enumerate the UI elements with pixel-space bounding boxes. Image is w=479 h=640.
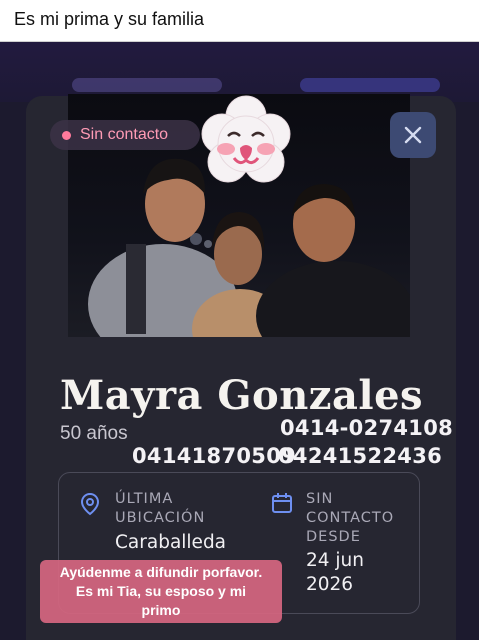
overlay-text-note: Ayúdenme a difundir porfavor. Es mi Tia,…	[40, 560, 282, 623]
no-contact-label: SIN CONTACTO DESDE	[306, 490, 394, 547]
blushing-flower-sticker	[201, 95, 291, 183]
location-pin-icon	[80, 492, 100, 516]
overlay-line-3: primo	[141, 602, 181, 618]
no-contact-date: 24 jun 2026	[306, 549, 364, 597]
phone-number-1[interactable]: 0414-0274108	[280, 416, 453, 440]
no-contact-date-year: 2026	[306, 574, 354, 595]
phone-number-2[interactable]: 04141870509	[132, 444, 296, 468]
calendar-icon	[272, 493, 292, 513]
post-caption: Es mi prima y su familia	[14, 9, 205, 29]
overlay-line-1: Ayúdenme a difundir porfavor.	[59, 564, 263, 580]
blurred-app-header	[0, 42, 479, 102]
status-text: Sin contacto	[80, 126, 169, 143]
no-contact-label-line1: SIN	[306, 491, 334, 507]
close-icon	[404, 126, 422, 144]
close-button[interactable]	[390, 112, 436, 158]
last-location-label-line1: ÚLTIMA	[115, 491, 174, 507]
no-contact-label-line2: CONTACTO	[306, 510, 395, 526]
no-contact-date-day: 24 jun	[306, 550, 365, 571]
last-location-label: ÚLTIMA UBICACIÓN	[115, 490, 205, 528]
person-name: Mayra Gonzales	[60, 372, 424, 419]
post-header: Es mi prima y su familia	[0, 0, 479, 42]
no-contact-label-line3: DESDE	[306, 529, 361, 545]
shared-screenshot-photo[interactable]: Sin contacto Mayra Gonzales 50 años 0414…	[0, 42, 479, 640]
status-dot	[62, 130, 71, 140]
blurred-header-button	[300, 78, 440, 92]
last-location-label-line2: UBICACIÓN	[115, 510, 206, 526]
overlay-line-2: Es mi Tia, su esposo y mi	[75, 583, 247, 599]
blurred-header-text	[72, 78, 222, 92]
last-location-value: Caraballeda	[115, 532, 227, 553]
person-age: 50 años	[60, 423, 128, 444]
phone-number-3[interactable]: 04241522436	[278, 444, 442, 468]
status-badge: Sin contacto	[50, 120, 200, 150]
